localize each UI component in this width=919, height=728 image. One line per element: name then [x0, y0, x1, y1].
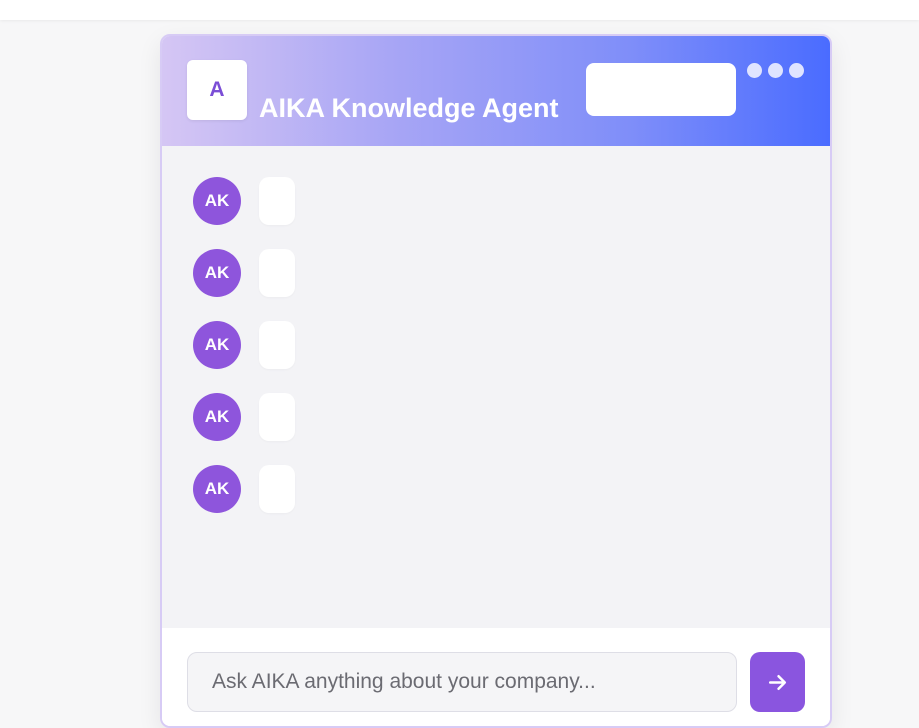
more-dot-icon — [768, 63, 783, 78]
message-bubble — [259, 177, 295, 225]
agent-avatar: AK — [193, 249, 241, 297]
chat-window: A AIKA Knowledge Agent AK AK AK AK AK — [160, 34, 832, 728]
message-bubble — [259, 321, 295, 369]
top-app-strip — [0, 0, 919, 20]
message-item: AK — [193, 321, 303, 369]
more-dot-icon — [789, 63, 804, 78]
message-input[interactable] — [187, 652, 737, 712]
more-dot-icon — [747, 63, 762, 78]
header-action-button[interactable] — [586, 63, 736, 116]
message-item: AK — [193, 465, 303, 513]
brand-logo: A — [187, 60, 247, 120]
send-button[interactable] — [750, 652, 805, 712]
app-title: AIKA Knowledge Agent — [259, 93, 559, 124]
arrow-right-icon — [768, 674, 787, 690]
message-bubble — [259, 465, 295, 513]
message-item: AK — [193, 393, 303, 441]
message-list: AK AK AK AK AK — [162, 146, 830, 628]
message-item: AK — [193, 249, 303, 297]
message-bubble — [259, 249, 295, 297]
agent-avatar: AK — [193, 321, 241, 369]
more-dots-icon[interactable] — [747, 63, 807, 81]
agent-avatar: AK — [193, 393, 241, 441]
agent-avatar: AK — [193, 465, 241, 513]
message-bubble — [259, 393, 295, 441]
agent-avatar: AK — [193, 177, 241, 225]
chat-header: A AIKA Knowledge Agent — [162, 36, 830, 146]
message-item: AK — [193, 177, 303, 225]
message-composer — [162, 628, 830, 726]
